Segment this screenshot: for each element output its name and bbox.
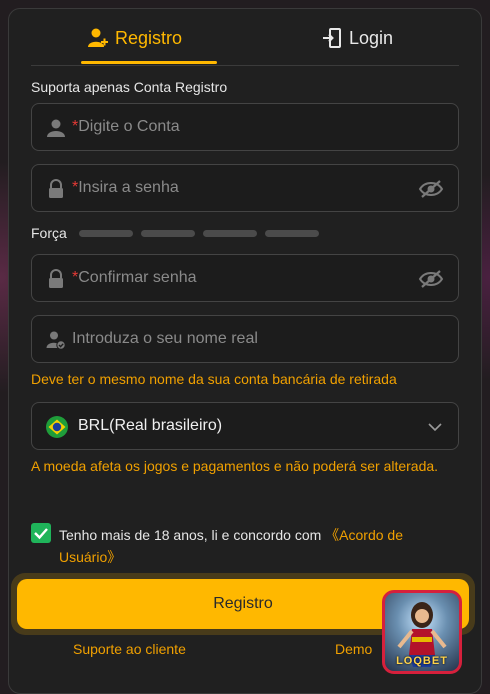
- active-tab-indicator: [81, 61, 217, 64]
- tab-register[interactable]: Registro: [87, 23, 182, 53]
- agreement-checkbox[interactable]: [31, 523, 51, 543]
- section-label: Suporta apenas Conta Registro: [31, 79, 228, 95]
- user-verified-icon: [46, 331, 66, 350]
- eye-off-icon[interactable]: [418, 268, 444, 290]
- confirm-placeholder: *Confirmar senha: [72, 269, 197, 286]
- account-placeholder: *Digite o Conta: [72, 118, 180, 135]
- currency-hint: A moeda afeta os jogos e pagamentos e nã…: [31, 458, 439, 474]
- strength-bar: [78, 229, 133, 237]
- lock-icon: [49, 269, 63, 288]
- check-icon: [34, 528, 48, 540]
- auth-tabs: Registro Login: [31, 9, 459, 66]
- lock-icon: [49, 179, 63, 198]
- eye-off-icon[interactable]: [418, 178, 444, 200]
- tab-login[interactable]: Login: [321, 23, 393, 53]
- user-icon: [47, 119, 65, 137]
- agreement-text: Tenho mais de 18 anos, li e concordo com…: [59, 527, 403, 565]
- loqbet-app-icon[interactable]: LOQBET: [382, 590, 462, 674]
- chevron-down-icon: [428, 423, 442, 432]
- password-strength: Força: [31, 225, 319, 241]
- login-door-icon: [323, 28, 341, 48]
- strength-bar: [202, 229, 257, 237]
- real-name-field[interactable]: Introduza o seu nome real: [31, 315, 459, 363]
- tab-register-label: Registro: [115, 27, 183, 48]
- real-name-placeholder: Introduza o seu nome real: [72, 330, 258, 347]
- real-name-hint: Deve ter o mesmo nome da sua conta bancá…: [31, 371, 397, 387]
- demo-link[interactable]: Demo: [335, 641, 372, 657]
- password-placeholder: *Insira a senha: [72, 179, 179, 196]
- strength-bar: [140, 229, 195, 237]
- currency-select[interactable]: BRL(Real brasileiro): [31, 402, 459, 450]
- account-field[interactable]: *Digite o Conta: [31, 103, 459, 151]
- strength-bar: [264, 229, 319, 237]
- brazil-flag-icon: [46, 416, 68, 438]
- strength-label: Força: [31, 225, 67, 241]
- confirm-password-field[interactable]: *Confirmar senha: [31, 254, 459, 302]
- tab-login-label: Login: [349, 27, 394, 48]
- app-icon-label: LOQBET: [396, 655, 448, 667]
- customer-support-link[interactable]: Suporte ao cliente: [73, 641, 186, 657]
- user-add-icon: [88, 28, 108, 47]
- password-field[interactable]: *Insira a senha: [31, 164, 459, 212]
- currency-value: BRL(Real brasileiro): [78, 417, 223, 434]
